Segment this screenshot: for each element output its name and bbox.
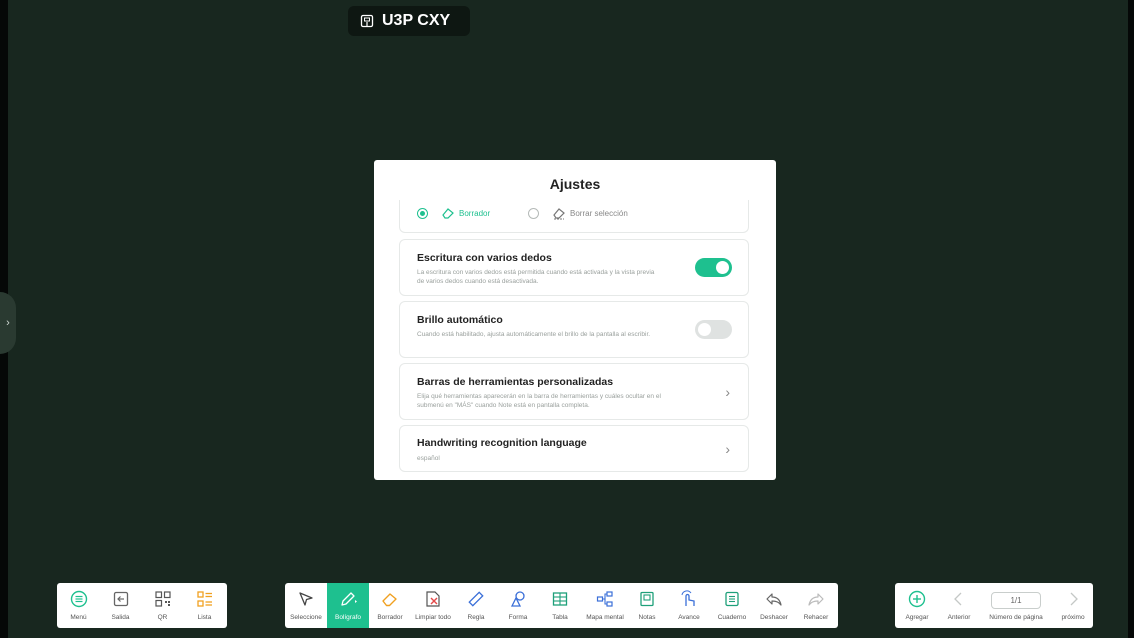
tool-label: Rehacer [803,614,829,621]
menu-button[interactable]: Menú [62,583,95,628]
table-icon [552,592,568,606]
erase-selection-icon [553,208,565,220]
pen-icon [341,592,357,606]
eraser-mode-row: Borrador Borrar selección [399,200,749,233]
share-screen-icon [360,14,374,28]
tool-label: Cuaderno [717,614,747,621]
setting-title: Handwriting recognition language [417,437,587,449]
setting-description: Elija qué herramientas aparecerán en la … [417,393,661,409]
qr-button[interactable]: QR [146,583,179,628]
notebook-icon [725,591,739,607]
toolbar-left: Menú Salida QR Lista [57,583,227,628]
chevron-right-icon: › [6,317,10,329]
next-page-button[interactable]: próximo [1055,583,1091,628]
advance-tool-button[interactable]: Avance [669,583,709,628]
notebook-tool-button[interactable]: Cuaderno [711,583,753,628]
ruler-icon [468,591,484,607]
mind-map-icon [596,591,613,607]
tool-label: Número de página [989,614,1043,621]
tool-label: Lista [197,614,212,621]
toolbar-pages: Agregar Anterior 1/1 Número de página pr… [895,583,1093,628]
auto-brightness-toggle[interactable] [695,320,732,339]
setting-description: Cuando está habilitado, ajusta automátic… [417,331,651,338]
eraser-icon [382,593,397,607]
tool-label: QR [157,614,168,621]
multi-finger-toggle[interactable] [695,258,732,277]
undo-button[interactable]: Deshacer [753,583,795,628]
ruler-tool-button[interactable]: Regla [455,583,497,628]
clear-all-icon [426,591,440,607]
redo-icon [808,593,824,606]
setting-title: Escritura con varios dedos [417,252,552,264]
right-screen-edge [1128,0,1134,638]
setting-title: Brillo automático [417,314,503,326]
setting-custom-toolbars[interactable]: Barras de herramientas personalizadas El… [399,363,749,420]
clear-all-button[interactable]: Limpiar todo [411,583,455,628]
tool-label: Avance [678,614,700,621]
tool-label: Regla [467,614,485,621]
undo-icon [766,593,782,606]
dialog-title: Ajustes [549,176,601,192]
list-icon [196,591,212,607]
table-tool-button[interactable]: Tabla [539,583,581,628]
redo-button[interactable]: Rehacer [795,583,837,628]
erase-selection-radio[interactable] [528,208,539,219]
setting-auto-brightness: Brillo automático Cuando está habilitado… [399,301,749,358]
tool-label: Seleccione [290,614,322,621]
qr-icon [154,591,171,607]
settings-dialog: Ajustes Borrador Borrar selección Escrit… [374,160,776,480]
chevron-right-icon: › [725,384,730,400]
select-tool-button[interactable]: Seleccione [285,583,327,628]
select-icon [299,592,313,606]
chevron-right-icon: › [725,441,730,457]
setting-multi-finger: Escritura con varios dedos La escritura … [399,239,749,296]
tool-label: Anterior [947,614,971,621]
setting-title: Barras de herramientas personalizadas [417,376,614,388]
eraser-tool-button[interactable]: Borrador [369,583,411,628]
room-code-badge[interactable]: U3P CXY [348,6,470,36]
toolbar-main: Seleccione Bolígrafo Borrador Limpiar to… [285,583,838,628]
chevron-left-icon [954,592,962,606]
tool-label: Borrador [377,614,403,621]
eraser-icon [442,208,454,219]
tool-label: Mapa mental [586,614,624,621]
tool-label: Tabla [552,614,568,621]
tool-label: Menú [70,614,87,621]
tool-label: Limpiar todo [415,614,451,621]
pen-tool-button[interactable]: Bolígrafo [327,583,369,628]
advance-icon [681,590,695,606]
setting-value: español [417,455,440,462]
mind-map-tool-button[interactable]: Mapa mental [581,583,629,628]
room-code: U3P CXY [382,12,451,29]
notes-tool-button[interactable]: Notas [629,583,665,628]
tool-label: Deshacer [760,614,788,621]
menu-icon [70,590,87,608]
list-button[interactable]: Lista [188,583,221,628]
tool-label: Notas [638,614,656,621]
eraser-radio[interactable] [417,208,428,219]
tool-label: Bolígrafo [334,614,362,621]
chevron-right-icon [1070,592,1078,606]
exit-icon [113,591,128,607]
shape-tool-button[interactable]: Forma [497,583,539,628]
tool-label: Salida [111,614,130,621]
tool-label: próximo [1061,614,1085,621]
setting-description: La escritura con varios dedos está permi… [417,269,655,285]
tool-label: Agregar [905,614,929,621]
erase-selection-option-label[interactable]: Borrar selección [570,209,628,218]
tool-label: Forma [508,614,528,621]
eraser-option-label[interactable]: Borrador [459,209,490,218]
exit-button[interactable]: Salida [104,583,137,628]
previous-page-button[interactable]: Anterior [941,583,977,628]
shape-icon [510,591,525,607]
page-number-control: Número de página [983,583,1049,628]
add-page-button[interactable]: Agregar [899,583,935,628]
notes-icon [640,591,654,607]
plus-circle-icon [908,590,926,608]
setting-handwriting-language[interactable]: Handwriting recognition language español… [399,425,749,472]
side-panel-handle[interactable]: › [0,292,16,354]
